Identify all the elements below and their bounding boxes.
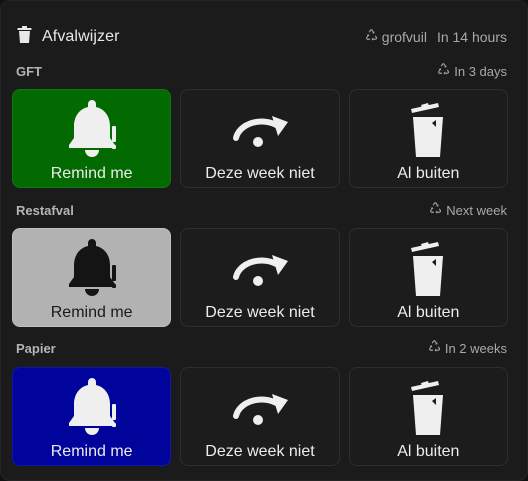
- section-when: In 2 weeks: [428, 340, 507, 356]
- already-out-label: Al buiten: [397, 304, 460, 321]
- afvalwijzer-card: Afvalwijzer grofvuil In 14 hours GFT In …: [0, 0, 528, 481]
- section-head-papier: Papier In 2 weeks: [16, 339, 507, 357]
- card-title: Afvalwijzer: [42, 28, 120, 45]
- button-row-gft: Remind me Deze week niet Al buiten: [12, 89, 508, 188]
- redo-arrow-icon: [228, 238, 292, 300]
- redo-arrow-icon: [228, 99, 292, 161]
- remind-me-label: Remind me: [50, 165, 133, 182]
- skip-this-week-button[interactable]: Deze week niet: [180, 89, 340, 188]
- remind-me-button[interactable]: Remind me: [12, 367, 172, 466]
- recycle-icon: [429, 202, 442, 218]
- next-pickup-type: grofvuil: [365, 29, 427, 45]
- skip-this-week-label: Deze week niet: [205, 304, 315, 321]
- already-out-label: Al buiten: [397, 443, 460, 460]
- card-header: Afvalwijzer grofvuil In 14 hours: [17, 25, 507, 49]
- section-when-label: In 3 days: [454, 63, 507, 79]
- next-pickup-type-label: grofvuil: [381, 29, 427, 45]
- bell-alert-icon: [63, 238, 121, 300]
- button-row-papier: Remind me Deze week niet Al buiten: [12, 367, 508, 466]
- trash-can-open-icon: [408, 377, 448, 439]
- remind-me-label: Remind me: [50, 443, 133, 460]
- button-row-restafval: Remind me Deze week niet Al buiten: [12, 228, 508, 327]
- trash-can-open-icon: [408, 99, 448, 161]
- section-when: In 3 days: [437, 63, 507, 79]
- header-title-group: Afvalwijzer: [17, 26, 120, 48]
- remind-me-label: Remind me: [50, 304, 133, 321]
- redo-arrow-icon: [228, 377, 292, 439]
- skip-this-week-label: Deze week niet: [205, 443, 315, 460]
- section-name: Restafval: [16, 202, 74, 218]
- section-head-restafval: Restafval Next week: [16, 201, 507, 219]
- trash-can-icon: [17, 26, 32, 48]
- already-out-button[interactable]: Al buiten: [348, 367, 508, 466]
- section-head-gft: GFT In 3 days: [16, 62, 507, 80]
- next-pickup-when: In 14 hours: [436, 29, 507, 45]
- skip-this-week-label: Deze week niet: [205, 165, 315, 182]
- bell-alert-icon: [63, 99, 121, 161]
- skip-this-week-button[interactable]: Deze week niet: [180, 228, 340, 327]
- skip-this-week-button[interactable]: Deze week niet: [180, 367, 340, 466]
- section-when: Next week: [429, 202, 507, 218]
- already-out-label: Al buiten: [397, 165, 460, 182]
- header-next-pickup: grofvuil In 14 hours: [365, 29, 507, 45]
- bell-alert-icon: [63, 377, 121, 439]
- remind-me-button[interactable]: Remind me: [12, 89, 172, 188]
- remind-me-button[interactable]: Remind me: [12, 228, 172, 327]
- recycle-icon: [428, 340, 441, 356]
- recycle-icon: [365, 29, 378, 45]
- already-out-button[interactable]: Al buiten: [348, 89, 508, 188]
- section-when-label: In 2 weeks: [444, 340, 507, 356]
- section-name: Papier: [16, 340, 56, 356]
- trash-can-open-icon: [408, 238, 448, 300]
- section-name: GFT: [16, 63, 42, 79]
- already-out-button[interactable]: Al buiten: [348, 228, 508, 327]
- section-when-label: Next week: [446, 202, 507, 218]
- recycle-icon: [437, 63, 450, 79]
